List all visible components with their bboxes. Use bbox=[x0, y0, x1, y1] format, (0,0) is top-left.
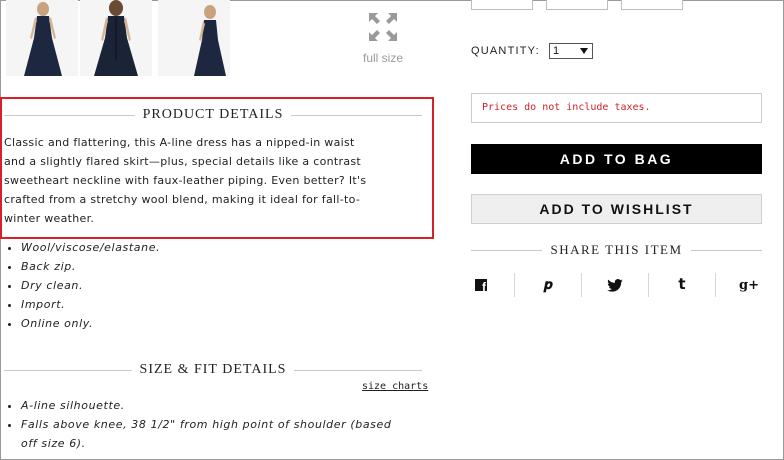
size-fit-title: SIZE & FIT DETAILS bbox=[131, 362, 295, 377]
twitter-share-button[interactable] bbox=[582, 273, 649, 297]
description-line: winter weather. bbox=[4, 212, 95, 225]
full-size-button[interactable]: full size bbox=[355, 12, 411, 65]
quantity-select[interactable]: 1 bbox=[549, 43, 593, 59]
tumblr-share-button[interactable]: t bbox=[649, 273, 716, 297]
top-button-1[interactable] bbox=[471, 0, 533, 10]
list-item: A-line silhouette. bbox=[21, 396, 391, 415]
facebook-share-button[interactable] bbox=[448, 273, 515, 297]
top-button-2[interactable] bbox=[546, 0, 608, 10]
product-description: Classic and flattering, this A-line dres… bbox=[4, 133, 404, 228]
share-heading: SHARE THIS ITEM bbox=[471, 240, 762, 260]
quantity-label: QUANTITY: bbox=[471, 45, 540, 57]
facebook-icon bbox=[475, 279, 487, 293]
google-plus-share-button[interactable]: g+ bbox=[716, 273, 782, 297]
size-fit-continuation: off size 6). bbox=[21, 437, 86, 450]
add-to-wishlist-button[interactable]: ADD TO WISHLIST bbox=[471, 194, 762, 224]
list-item: Wool/viscose/elastane. bbox=[21, 238, 160, 257]
pinterest-icon: 𝒑 bbox=[543, 277, 553, 293]
full-size-label: full size bbox=[362, 51, 403, 65]
description-line: sweetheart neckline with faux-leather pi… bbox=[4, 174, 367, 187]
description-line: crafted from a stretchy wool blend, maki… bbox=[4, 193, 361, 206]
list-item: Dry clean. bbox=[21, 276, 160, 295]
list-item: Online only. bbox=[21, 314, 160, 333]
tumblr-icon: t bbox=[678, 275, 686, 293]
tax-notice: Prices do not include taxes. bbox=[471, 93, 762, 123]
list-item: Back zip. bbox=[21, 257, 160, 276]
thumbnail-back[interactable] bbox=[80, 0, 152, 76]
quantity-value: 1 bbox=[553, 45, 560, 57]
expand-icon bbox=[368, 13, 398, 46]
size-charts-link[interactable]: size charts bbox=[362, 381, 428, 392]
twitter-icon bbox=[607, 276, 623, 292]
list-item: Falls above knee, 38 1/2" from high poin… bbox=[21, 415, 391, 434]
description-line: Classic and flattering, this A-line dres… bbox=[4, 136, 355, 149]
size-fit-bullets: A-line silhouette. Falls above knee, 38 … bbox=[4, 396, 391, 434]
thumbnail-front[interactable] bbox=[6, 0, 78, 76]
thumbnail-side[interactable] bbox=[158, 0, 230, 76]
size-fit-heading: SIZE & FIT DETAILS bbox=[4, 360, 422, 380]
description-line: and a slightly flared skirt—plus, specia… bbox=[4, 155, 362, 168]
share-title: SHARE THIS ITEM bbox=[542, 242, 691, 257]
chevron-down-icon bbox=[580, 48, 588, 54]
add-to-bag-button[interactable]: ADD TO BAG bbox=[471, 144, 762, 174]
top-button-3[interactable] bbox=[621, 0, 683, 10]
google-plus-icon: g+ bbox=[739, 278, 759, 293]
pinterest-share-button[interactable]: 𝒑 bbox=[515, 273, 582, 297]
list-item: Import. bbox=[21, 295, 160, 314]
product-bullets: Wool/viscose/elastane. Back zip. Dry cle… bbox=[4, 238, 160, 333]
